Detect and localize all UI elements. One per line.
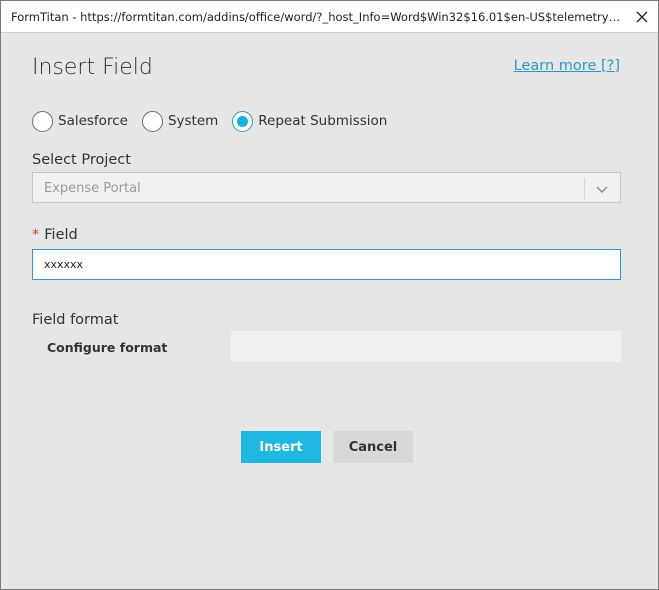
field-format-label: Field format [32, 312, 119, 328]
radio-button-system[interactable] [141, 110, 163, 132]
radio-label-repeat-submission: Repeat Submission [258, 113, 388, 129]
learn-more-link[interactable]: Learn more [?] [514, 58, 620, 74]
select-divider [584, 178, 585, 199]
configure-format-field[interactable] [231, 331, 621, 362]
radio-selected-dot [237, 115, 249, 127]
title-bar: FormTitan - https://formtitan.com/addins… [1, 1, 658, 33]
window-title: FormTitan - https://formtitan.com/addins… [11, 10, 626, 24]
project-select[interactable]: Expense Portal [32, 172, 621, 203]
select-project-label: Select Project [32, 152, 131, 168]
project-select-value: Expense Portal [44, 181, 141, 196]
radio-system[interactable]: System [141, 110, 219, 132]
chevron-down-icon [596, 186, 608, 193]
radio-button-salesforce[interactable] [32, 110, 53, 132]
radio-label-system: System [167, 113, 219, 129]
cancel-button[interactable]: Cancel [333, 431, 413, 463]
radio-salesforce[interactable]: Salesforce [32, 110, 128, 132]
dialog-heading: Insert Field [32, 55, 153, 80]
close-button[interactable] [630, 5, 654, 29]
required-marker: * [32, 227, 40, 243]
radio-button-repeat-submission[interactable] [232, 110, 254, 132]
field-input[interactable] [32, 249, 621, 280]
field-label: Field [44, 227, 78, 243]
dialog-window: FormTitan - https://formtitan.com/addins… [0, 0, 659, 590]
insert-button[interactable]: Insert [241, 431, 321, 463]
radio-repeat-submission[interactable]: Repeat Submission [232, 110, 388, 132]
source-radio-group: Salesforce System Repeat Submission [32, 110, 401, 132]
configure-format-label: Configure format [47, 340, 168, 355]
close-icon [636, 11, 648, 23]
field-label-row: * Field [32, 227, 78, 243]
radio-label-salesforce: Salesforce [58, 113, 128, 129]
